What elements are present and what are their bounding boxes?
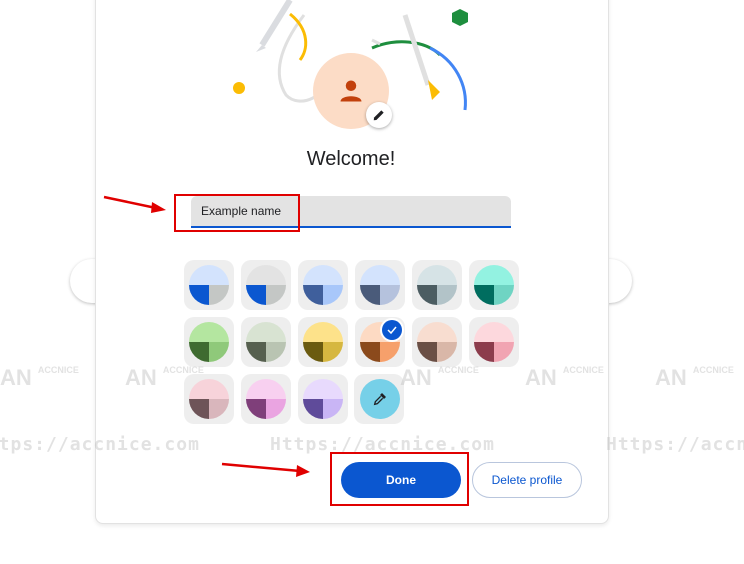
arrow-to-name	[103, 195, 157, 210]
annotation-arrows	[103, 195, 310, 477]
arrow-to-done	[221, 462, 301, 473]
